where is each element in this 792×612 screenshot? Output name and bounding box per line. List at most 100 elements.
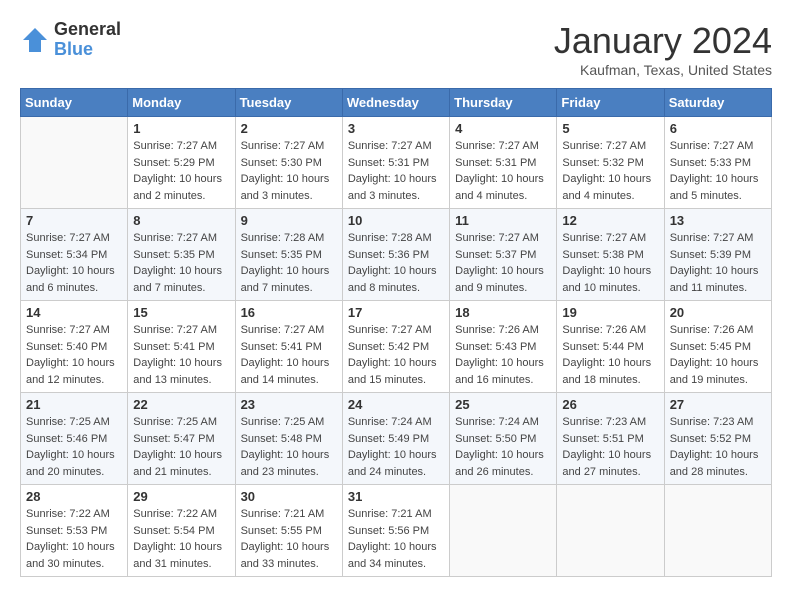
day-info: Sunrise: 7:23 AM Sunset: 5:51 PM Dayligh… — [562, 414, 658, 480]
day-info: Sunrise: 7:21 AM Sunset: 5:55 PM Dayligh… — [241, 506, 337, 572]
calendar-cell: 7Sunrise: 7:27 AM Sunset: 5:34 PM Daylig… — [21, 209, 128, 301]
weekday-header-thursday: Thursday — [450, 89, 557, 117]
calendar-cell — [450, 485, 557, 577]
day-info: Sunrise: 7:24 AM Sunset: 5:50 PM Dayligh… — [455, 414, 551, 480]
day-number: 18 — [455, 305, 551, 320]
day-info: Sunrise: 7:27 AM Sunset: 5:41 PM Dayligh… — [133, 322, 229, 388]
calendar-cell: 3Sunrise: 7:27 AM Sunset: 5:31 PM Daylig… — [342, 117, 449, 209]
day-number: 2 — [241, 121, 337, 136]
day-info: Sunrise: 7:25 AM Sunset: 5:48 PM Dayligh… — [241, 414, 337, 480]
calendar-cell: 4Sunrise: 7:27 AM Sunset: 5:31 PM Daylig… — [450, 117, 557, 209]
calendar-cell: 24 Sunrise: 7:24 AM Sunset: 5:49 PM Dayli… — [342, 393, 449, 485]
calendar-cell: 23 Sunrise: 7:25 AM Sunset: 5:48 PM Dayli… — [235, 393, 342, 485]
calendar-cell — [664, 485, 771, 577]
day-info: Sunrise: 7:27 AM Sunset: 5:31 PM Dayligh… — [348, 138, 444, 204]
calendar-cell: 26 Sunrise: 7:23 AM Sunset: 5:51 PM Dayli… — [557, 393, 664, 485]
day-number: 24 — [348, 397, 444, 412]
calendar-cell: 30 Sunrise: 7:21 AM Sunset: 5:55 PM Dayli… — [235, 485, 342, 577]
day-info: Sunrise: 7:27 AM Sunset: 5:32 PM Dayligh… — [562, 138, 658, 204]
day-info: Sunrise: 7:27 AM Sunset: 5:41 PM Dayligh… — [241, 322, 337, 388]
logo-blue-label: Blue — [54, 40, 121, 60]
calendar-cell: 12Sunrise: 7:27 AM Sunset: 5:38 PM Dayli… — [557, 209, 664, 301]
day-info: Sunrise: 7:22 AM Sunset: 5:53 PM Dayligh… — [26, 506, 122, 572]
day-number: 26 — [562, 397, 658, 412]
day-info: Sunrise: 7:26 AM Sunset: 5:44 PM Dayligh… — [562, 322, 658, 388]
calendar-cell: 10 Sunrise: 7:28 AM Sunset: 5:36 PM Dayli… — [342, 209, 449, 301]
day-info: Sunrise: 7:22 AM Sunset: 5:54 PM Dayligh… — [133, 506, 229, 572]
day-number: 28 — [26, 489, 122, 504]
logo-general-label: General — [54, 20, 121, 40]
day-number: 10 — [348, 213, 444, 228]
week-row-5: 28 Sunrise: 7:22 AM Sunset: 5:53 PM Dayli… — [21, 485, 772, 577]
day-number: 6 — [670, 121, 766, 136]
day-info: Sunrise: 7:27 AM Sunset: 5:42 PM Dayligh… — [348, 322, 444, 388]
day-number: 8 — [133, 213, 229, 228]
calendar-cell: 31 Sunrise: 7:21 AM Sunset: 5:56 PM Dayli… — [342, 485, 449, 577]
day-number: 4 — [455, 121, 551, 136]
day-info: Sunrise: 7:27 AM Sunset: 5:37 PM Dayligh… — [455, 230, 551, 296]
calendar-cell: 5 Sunrise: 7:27 AM Sunset: 5:32 PM Daylig… — [557, 117, 664, 209]
calendar-cell: 8 Sunrise: 7:27 AM Sunset: 5:35 PM Daylig… — [128, 209, 235, 301]
calendar-table: SundayMondayTuesdayWednesdayThursdayFrid… — [20, 88, 772, 577]
day-number: 15 — [133, 305, 229, 320]
weekday-header-monday: Monday — [128, 89, 235, 117]
calendar-cell: 14Sunrise: 7:27 AM Sunset: 5:40 PM Dayli… — [21, 301, 128, 393]
day-number: 14 — [26, 305, 122, 320]
calendar-cell: 21Sunrise: 7:25 AM Sunset: 5:46 PM Dayli… — [21, 393, 128, 485]
day-number: 9 — [241, 213, 337, 228]
day-number: 20 — [670, 305, 766, 320]
calendar-cell: 2 Sunrise: 7:27 AM Sunset: 5:30 PM Daylig… — [235, 117, 342, 209]
title-block: January 2024 Kaufman, Texas, United Stat… — [554, 20, 772, 78]
logo: General Blue — [20, 20, 121, 60]
weekday-header-wednesday: Wednesday — [342, 89, 449, 117]
calendar-cell: 1 Sunrise: 7:27 AM Sunset: 5:29 PM Daylig… — [128, 117, 235, 209]
day-info: Sunrise: 7:25 AM Sunset: 5:46 PM Dayligh… — [26, 414, 122, 480]
day-info: Sunrise: 7:27 AM Sunset: 5:30 PM Dayligh… — [241, 138, 337, 204]
calendar-cell — [557, 485, 664, 577]
week-row-3: 14Sunrise: 7:27 AM Sunset: 5:40 PM Dayli… — [21, 301, 772, 393]
calendar-cell: 11 Sunrise: 7:27 AM Sunset: 5:37 PM Dayli… — [450, 209, 557, 301]
day-number: 16 — [241, 305, 337, 320]
week-row-1: 1 Sunrise: 7:27 AM Sunset: 5:29 PM Daylig… — [21, 117, 772, 209]
calendar-cell: 29Sunrise: 7:22 AM Sunset: 5:54 PM Dayli… — [128, 485, 235, 577]
day-info: Sunrise: 7:27 AM Sunset: 5:29 PM Dayligh… — [133, 138, 229, 204]
month-title: January 2024 — [554, 20, 772, 62]
calendar-cell: 28 Sunrise: 7:22 AM Sunset: 5:53 PM Dayli… — [21, 485, 128, 577]
weekday-header-tuesday: Tuesday — [235, 89, 342, 117]
weekday-header-saturday: Saturday — [664, 89, 771, 117]
calendar-cell: 19 Sunrise: 7:26 AM Sunset: 5:44 PM Dayli… — [557, 301, 664, 393]
day-number: 11 — [455, 213, 551, 228]
day-info: Sunrise: 7:26 AM Sunset: 5:43 PM Dayligh… — [455, 322, 551, 388]
calendar-cell: 16 Sunrise: 7:27 AM Sunset: 5:41 PM Dayli… — [235, 301, 342, 393]
weekday-header-sunday: Sunday — [21, 89, 128, 117]
page-header: General Blue January 2024 Kaufman, Texas… — [20, 20, 772, 78]
day-info: Sunrise: 7:24 AM Sunset: 5:49 PM Dayligh… — [348, 414, 444, 480]
day-info: Sunrise: 7:28 AM Sunset: 5:35 PM Dayligh… — [241, 230, 337, 296]
day-info: Sunrise: 7:26 AM Sunset: 5:45 PM Dayligh… — [670, 322, 766, 388]
day-info: Sunrise: 7:23 AM Sunset: 5:52 PM Dayligh… — [670, 414, 766, 480]
day-number: 31 — [348, 489, 444, 504]
day-number: 13 — [670, 213, 766, 228]
day-number: 5 — [562, 121, 658, 136]
logo-text: General Blue — [54, 20, 121, 60]
day-number: 12 — [562, 213, 658, 228]
day-number: 1 — [133, 121, 229, 136]
day-info: Sunrise: 7:27 AM Sunset: 5:39 PM Dayligh… — [670, 230, 766, 296]
calendar-cell: 20 Sunrise: 7:26 AM Sunset: 5:45 PM Dayli… — [664, 301, 771, 393]
day-info: Sunrise: 7:27 AM Sunset: 5:33 PM Dayligh… — [670, 138, 766, 204]
day-number: 19 — [562, 305, 658, 320]
week-row-2: 7Sunrise: 7:27 AM Sunset: 5:34 PM Daylig… — [21, 209, 772, 301]
day-number: 23 — [241, 397, 337, 412]
calendar-cell: 18 Sunrise: 7:26 AM Sunset: 5:43 PM Dayli… — [450, 301, 557, 393]
day-info: Sunrise: 7:28 AM Sunset: 5:36 PM Dayligh… — [348, 230, 444, 296]
calendar-cell: 22Sunrise: 7:25 AM Sunset: 5:47 PM Dayli… — [128, 393, 235, 485]
day-info: Sunrise: 7:27 AM Sunset: 5:35 PM Dayligh… — [133, 230, 229, 296]
day-number: 25 — [455, 397, 551, 412]
day-info: Sunrise: 7:21 AM Sunset: 5:56 PM Dayligh… — [348, 506, 444, 572]
calendar-cell: 17Sunrise: 7:27 AM Sunset: 5:42 PM Dayli… — [342, 301, 449, 393]
day-info: Sunrise: 7:25 AM Sunset: 5:47 PM Dayligh… — [133, 414, 229, 480]
day-number: 30 — [241, 489, 337, 504]
calendar-cell: 15 Sunrise: 7:27 AM Sunset: 5:41 PM Dayli… — [128, 301, 235, 393]
calendar-cell: 25 Sunrise: 7:24 AM Sunset: 5:50 PM Dayli… — [450, 393, 557, 485]
calendar-cell: 6 Sunrise: 7:27 AM Sunset: 5:33 PM Daylig… — [664, 117, 771, 209]
